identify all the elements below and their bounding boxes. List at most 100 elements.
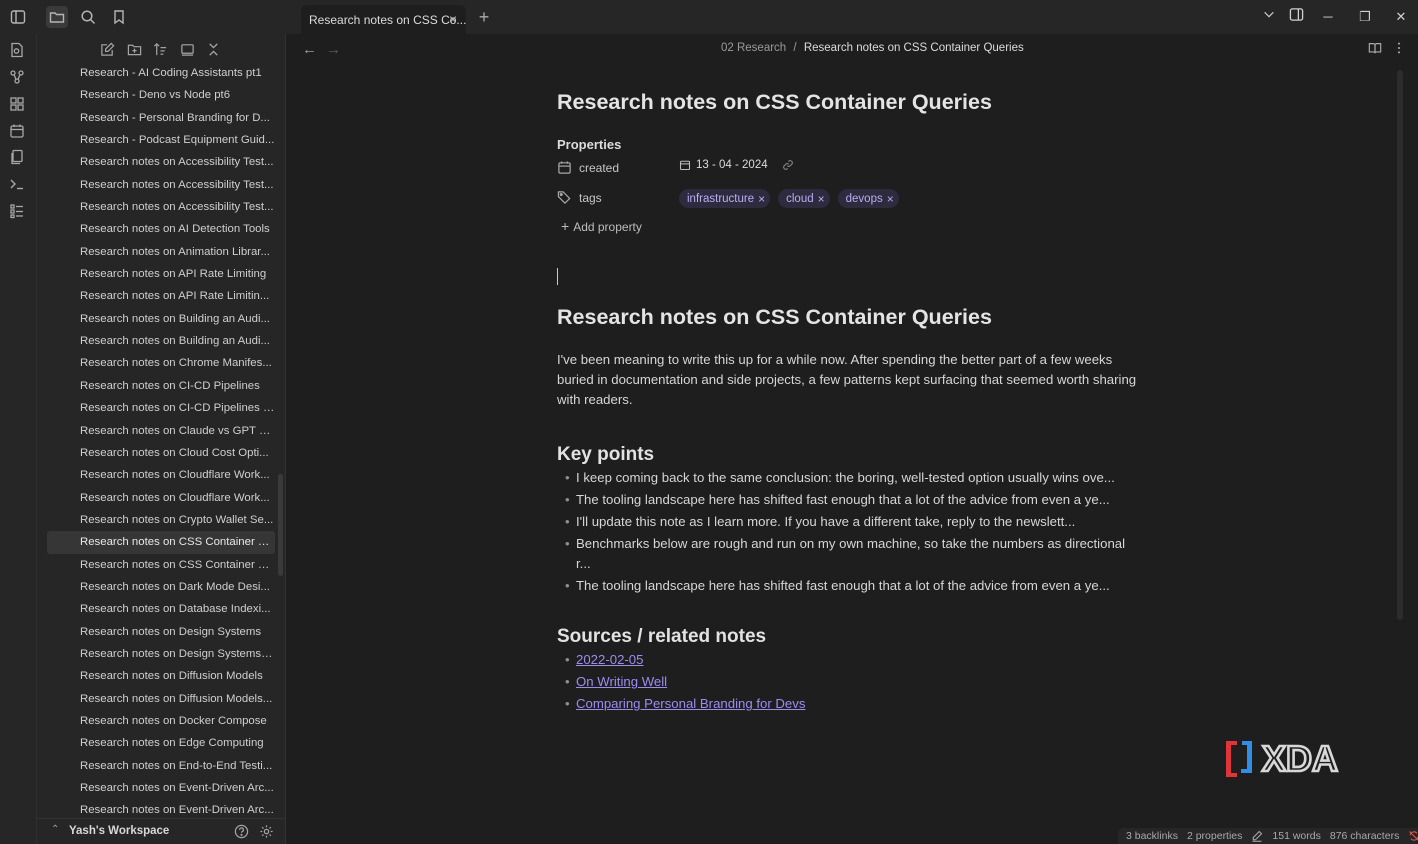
file-item[interactable]: Research notes on Chrome Manifes... [47,352,275,374]
file-item[interactable]: Research notes on Diffusion Models [47,665,275,687]
tag-label[interactable]: cloud [786,193,814,205]
tag-label[interactable]: devops [846,193,883,205]
file-item[interactable]: Research notes on Event-Driven Arc... [47,777,275,799]
file-item[interactable]: Research notes on Cloudflare Work... [47,487,275,509]
file-item[interactable]: Research notes on Building an Audi... [47,308,275,330]
canvas-icon[interactable] [9,96,27,114]
editor-scrollbar[interactable] [1397,70,1403,620]
file-item[interactable]: Research notes on Design Systems [47,621,275,643]
settings-gear-icon[interactable] [259,824,275,840]
property-key-tags[interactable]: tags [579,191,602,205]
file-item-active[interactable]: Research notes on CSS Container Q... [47,531,275,554]
inline-title[interactable]: Research notes on CSS Container Queries [557,90,1137,115]
auto-reveal-icon[interactable] [180,42,198,60]
close-window-icon[interactable]: ✕ [1391,7,1411,27]
file-item[interactable]: Research notes on Docker Compose [47,710,275,732]
bookmark-icon[interactable] [108,6,130,28]
new-tab-icon[interactable]: + [476,8,492,26]
toggle-sidebar-icon[interactable] [7,6,29,28]
workspace-name[interactable]: Yash's Workspace [69,825,169,837]
file-item[interactable]: Research notes on Cloudflare Work... [47,464,275,486]
tag-pill[interactable]: devops × [837,189,899,208]
tab-close-icon[interactable]: × [446,12,460,26]
tab-list-chevron-icon[interactable] [1259,7,1279,27]
editing-mode-pen-icon[interactable] [1251,830,1263,842]
sidebar-scrollbar[interactable] [278,474,283,576]
remove-tag-icon[interactable]: × [887,192,894,206]
new-note-icon[interactable] [100,42,118,60]
sync-error-icon[interactable] [1408,830,1418,842]
file-item[interactable]: Research notes on Crypto Wallet Se... [47,509,275,531]
internal-link[interactable]: 2022-02-05 [576,652,643,667]
file-item[interactable]: Research notes on Design Systems (... [47,643,275,665]
file-item[interactable]: Research notes on CSS Container Q... [47,554,275,576]
internal-link[interactable]: On Writing Well [576,674,667,689]
breadcrumb-current[interactable]: Research notes on CSS Container Queries [804,42,1024,54]
file-item[interactable]: Research notes on CI-CD Pipelines (... [47,397,275,419]
key-point-item[interactable]: The tooling landscape here has shifted f… [557,576,1137,596]
property-key-created[interactable]: created [579,161,619,175]
created-date[interactable]: 13 - 04 - 2024 [696,159,768,171]
navigate-back-icon[interactable]: ← [302,41,317,58]
file-item[interactable]: Research notes on End-to-End Testi... [47,755,275,777]
file-item[interactable]: Research notes on API Rate Limiting [47,263,275,285]
remove-tag-icon[interactable]: × [818,192,825,206]
file-item[interactable]: Research notes on Claude vs GPT C... [47,420,275,442]
key-point-item[interactable]: Benchmarks below are rough and run on my… [557,534,1137,574]
sources-heading[interactable]: Sources / related notes [557,626,1137,648]
link-icon[interactable] [782,159,794,171]
backlinks-count[interactable]: 3 backlinks [1126,830,1178,842]
internal-link[interactable]: Comparing Personal Branding for Devs [576,696,805,711]
note-heading[interactable]: Research notes on CSS Container Queries [557,305,1137,330]
intro-paragraph[interactable]: I've been meaning to write this up for a… [557,350,1137,410]
key-points-heading[interactable]: Key points [557,444,1137,466]
file-item[interactable]: Research notes on Animation Librar... [47,241,275,263]
tag-pill[interactable]: infrastructure × [679,189,771,208]
calendar-icon[interactable] [9,123,27,141]
file-item[interactable]: Research notes on Dark Mode Desi... [47,576,275,598]
new-folder-icon[interactable] [127,42,145,60]
file-item[interactable]: Research notes on Cloud Cost Opti... [47,442,275,464]
outline-list-icon[interactable] [9,203,27,221]
file-item[interactable]: Research - Personal Branding for D... [47,107,275,129]
search-icon[interactable] [77,6,99,28]
tab-active-note[interactable]: Research notes on CSS Co... × [301,5,466,34]
sort-order-icon[interactable] [153,42,171,60]
more-options-icon[interactable] [1392,41,1408,57]
graph-view-icon[interactable] [9,69,27,87]
key-point-item[interactable]: I keep coming back to the same conclusio… [557,468,1137,488]
collapse-all-icon[interactable] [206,42,224,60]
tag-pill[interactable]: cloud × [778,189,830,208]
file-item[interactable]: Research - AI Coding Assistants pt1 [47,62,275,84]
add-property-button[interactable]: + Add property [557,218,1137,234]
date-picker-icon[interactable] [679,159,691,171]
file-item[interactable]: Research notes on Diffusion Models... [47,688,275,710]
file-item[interactable]: Research - Deno vs Node pt6 [47,84,275,106]
file-item[interactable]: Research notes on Edge Computing [47,732,275,754]
file-item[interactable]: Research notes on Database Indexi... [47,598,275,620]
open-quick-switcher-icon[interactable] [9,42,27,60]
key-point-item[interactable]: The tooling landscape here has shifted f… [557,490,1137,510]
reading-view-book-icon[interactable] [1368,41,1384,57]
property-value-created[interactable]: 13 - 04 - 2024 [679,159,794,171]
file-item[interactable]: Research notes on AI Detection Tools [47,218,275,240]
help-icon[interactable] [234,824,250,840]
tag-label[interactable]: infrastructure [687,193,754,205]
file-item[interactable]: Research notes on Accessibility Test... [47,196,275,218]
remove-tag-icon[interactable]: × [758,192,765,206]
file-item[interactable]: Research notes on Accessibility Test... [47,151,275,173]
command-palette-icon[interactable] [9,176,27,194]
properties-heading[interactable]: Properties [557,137,1137,152]
file-item[interactable]: Research notes on API Rate Limitin... [47,285,275,307]
file-item[interactable]: Research notes on Building an Audi... [47,330,275,352]
file-item[interactable]: Research notes on CI-CD Pipelines [47,375,275,397]
files-folder-icon[interactable] [46,6,68,28]
breadcrumb-folder[interactable]: 02 Research [721,42,786,54]
file-item[interactable]: Research notes on Accessibility Test... [47,174,275,196]
key-point-item[interactable]: I'll update this note as I learn more. I… [557,512,1137,532]
note-content[interactable]: Research notes on CSS Container Queries … [557,90,1137,716]
file-item[interactable]: Research - Podcast Equipment Guid... [47,129,275,151]
navigate-forward-icon[interactable]: → [326,41,341,58]
restore-icon[interactable]: ❐ [1355,7,1375,27]
file-item[interactable]: Research notes on Event-Driven Arc... [47,799,275,818]
